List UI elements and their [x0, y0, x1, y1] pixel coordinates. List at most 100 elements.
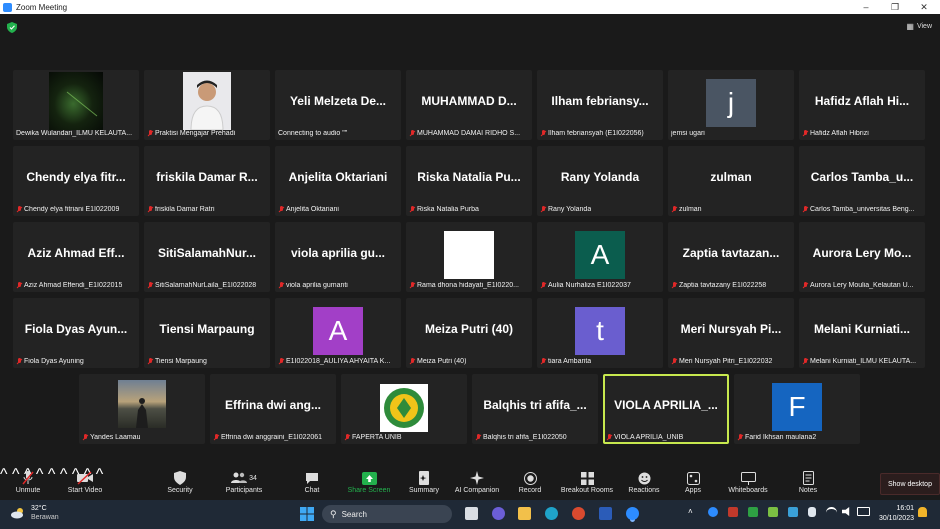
apps-button[interactable]: Apps — [663, 469, 723, 494]
weather-widget[interactable]: 32°C Berawan — [10, 504, 59, 522]
muted-mic-icon — [671, 282, 677, 289]
participant-name-text: Chendy elya fitriani E1I022009 — [24, 206, 120, 213]
participant-name-text: Farid Ikhsan maulana2 — [745, 434, 817, 441]
participant-tile[interactable]: j jemsi ugari — [668, 70, 794, 140]
participant-name-text: MUHAMMAD DAMAI RIDHO S... — [417, 130, 521, 137]
taskbar-search-input[interactable]: ⚲ Search — [322, 505, 452, 523]
chat-button[interactable]: Chat — [282, 469, 342, 494]
zoom-tray-icon[interactable] — [708, 507, 718, 517]
participant-tile[interactable]: Melani Kurniati... Melani Kurniati_ILMU K… — [799, 298, 925, 368]
participant-tile[interactable]: zulman zulman — [668, 146, 794, 216]
participant-tile[interactable]: t tiara Ambarita — [537, 298, 663, 368]
participant-tile[interactable]: Balqhis tri afifa_... Balqhis tri afifa_E… — [472, 374, 598, 444]
participant-tile[interactable]: Effrina dwi ang... Effrina dwi anggraini_… — [210, 374, 336, 444]
participant-name-text: Tiensi Marpaung — [155, 358, 207, 365]
file-explorer-icon[interactable] — [518, 507, 531, 520]
breakout-rooms-button[interactable]: Breakout Rooms — [557, 469, 617, 494]
participant-tile[interactable]: Zaptia tavtazan... Zaptia tavtazany E1I02… — [668, 222, 794, 292]
tray-overflow-chevron-icon[interactable]: ˄ — [688, 507, 697, 520]
participant-tile[interactable]: Chendy elya fitr... Chendy elya fitriani … — [13, 146, 139, 216]
participant-name-text: Fiola Dyas Ayuning — [24, 358, 84, 365]
participant-tile[interactable]: viola aprilia gu... viola aprilia gumanti — [275, 222, 401, 292]
summary-button[interactable]: Summary — [394, 469, 454, 494]
participant-tile[interactable]: Rany Yolanda Rany Yolanda — [537, 146, 663, 216]
participant-name-label: Ilham febriansyah (E1I022056) — [540, 130, 660, 137]
share-screen-icon — [361, 469, 377, 487]
participants-button[interactable]: 34 Participants — [214, 469, 274, 494]
teams-chat-icon[interactable] — [492, 507, 505, 520]
participant-tile[interactable]: Dewika Wulandari_ILMU KELAUTA... — [13, 70, 139, 140]
participant-name-label: Riska Natalia Purba — [409, 206, 529, 213]
view-button[interactable]: ▦ View — [906, 22, 932, 31]
participant-tile[interactable]: Meri Nursyah Pi... Meri Nursyah Pitri_E1I… — [668, 298, 794, 368]
participant-display-name: VIOLA APRILIA_... — [614, 398, 718, 412]
task-view-icon[interactable] — [465, 507, 478, 520]
pdf-reader-icon[interactable] — [572, 507, 585, 520]
participant-tile[interactable]: Tiensi Marpaung Tiensi Marpaung — [144, 298, 270, 368]
participant-tile[interactable]: Fiola Dyas Ayun... Fiola Dyas Ayuning — [13, 298, 139, 368]
app-tray-icon-blue[interactable] — [788, 507, 798, 517]
battery-icon[interactable] — [857, 507, 870, 516]
wifi-icon[interactable] — [826, 507, 837, 518]
windows-start-icon[interactable] — [300, 507, 314, 521]
start-video-label: Start Video — [67, 487, 103, 494]
participant-tile[interactable]: Riska Natalia Pu... Riska Natalia Purba — [406, 146, 532, 216]
record-button[interactable]: Record — [500, 469, 560, 494]
unmute-button[interactable]: Unmute — [0, 469, 58, 494]
participant-tile[interactable]: Ilham febriansy... Ilham febriansyah (E1I… — [537, 70, 663, 140]
microphone-tray-icon[interactable] — [808, 507, 816, 517]
maximize-icon[interactable]: ❐ — [881, 0, 909, 14]
participant-tile[interactable]: Aziz Ahmad Eff... Aziz Ahmad Effendi_E1I0… — [13, 222, 139, 292]
participant-tile[interactable]: Meiza Putri (40) Meiza Putri (40) — [406, 298, 532, 368]
ai-companion-button[interactable]: AI Companion — [447, 469, 507, 494]
participant-tile[interactable]: MUHAMMAD D... MUHAMMAD DAMAI RIDHO S... — [406, 70, 532, 140]
participant-tile[interactable]: Rama dhona hidayati_E1I0220... — [406, 222, 532, 292]
participant-tile[interactable]: A Aulia Nurhaliza E1I022037 — [537, 222, 663, 292]
edge-browser-icon[interactable] — [545, 507, 558, 520]
participant-name-label: Hafidz Aflah Hibrizi — [802, 130, 922, 137]
participant-name-label: Balqhis tri afifa_E1I022050 — [475, 434, 595, 441]
start-video-button[interactable]: Start Video — [55, 469, 115, 494]
notification-bell-icon[interactable] — [918, 507, 927, 517]
notes-button[interactable]: Notes — [778, 469, 838, 494]
participant-tile[interactable]: Yandes Laamau — [79, 374, 205, 444]
participant-tile[interactable]: A E1I022018_AULIYA AHYAITA K... — [275, 298, 401, 368]
antivirus-tray-icon[interactable] — [728, 507, 738, 517]
participant-display-name: Balqhis tri afifa_... — [483, 398, 587, 412]
muted-mic-icon — [82, 434, 88, 441]
participant-tile[interactable]: SitiSalamahNur... SitiSalamahNurLaila_E1I… — [144, 222, 270, 292]
participant-name-label: VIOLA APRILIA_UNIB — [606, 434, 726, 441]
window-title: Zoom Meeting — [16, 2, 68, 12]
security-button[interactable]: Security — [150, 469, 210, 494]
participant-tile[interactable]: Yeli Melzeta De... Connecting to audio "" — [275, 70, 401, 140]
muted-mic-icon — [16, 358, 22, 365]
minimize-icon[interactable]: – — [852, 0, 880, 14]
participant-tile[interactable]: Hafidz Aflah Hi... Hafidz Aflah Hibrizi — [799, 70, 925, 140]
volume-icon[interactable] — [842, 507, 850, 516]
whiteboards-button[interactable]: Whiteboards — [718, 469, 778, 494]
show-desktop-button[interactable]: Show desktop — [880, 473, 940, 495]
faperta-unib-logo — [380, 384, 428, 432]
share-screen-button[interactable]: Share Screen — [339, 469, 399, 494]
participant-tile[interactable]: Aurora Lery Mo... Aurora Lery Moulia_Kela… — [799, 222, 925, 292]
close-icon[interactable]: ✕ — [910, 0, 938, 14]
participant-tile[interactable]: Carlos Tamba_u... Carlos Tamba_universita… — [799, 146, 925, 216]
muted-mic-icon — [802, 130, 808, 137]
app-tray-icon-lime[interactable] — [768, 507, 778, 517]
participant-tile[interactable]: FAPERTA UNIB — [341, 374, 467, 444]
participant-tile[interactable]: Anjelita Oktariani Anjelita Oktariani — [275, 146, 401, 216]
zoom-taskbar-icon[interactable] — [626, 507, 639, 520]
participant-tile[interactable]: F Farid Ikhsan maulana2 — [734, 374, 860, 444]
participant-tile[interactable]: Praktisi Mengajar Prehadi — [144, 70, 270, 140]
window-title-bar: Zoom Meeting – ❐ ✕ — [0, 0, 940, 14]
word-icon[interactable] — [599, 507, 612, 520]
participant-tile[interactable]: VIOLA APRILIA_... VIOLA APRILIA_UNIB — [603, 374, 729, 444]
participant-name-label: Meiza Putri (40) — [409, 358, 529, 365]
participant-tile[interactable]: friskila Damar R... friskila Damar Ratri — [144, 146, 270, 216]
muted-mic-icon — [344, 434, 350, 441]
muted-mic-icon — [802, 358, 808, 365]
taskbar-clock[interactable]: 16:01 30/10/2023 — [879, 504, 914, 524]
participant-name-label: Connecting to audio "" — [278, 130, 398, 137]
app-tray-icon-green[interactable] — [748, 507, 758, 517]
encryption-shield-icon[interactable] — [7, 22, 17, 33]
